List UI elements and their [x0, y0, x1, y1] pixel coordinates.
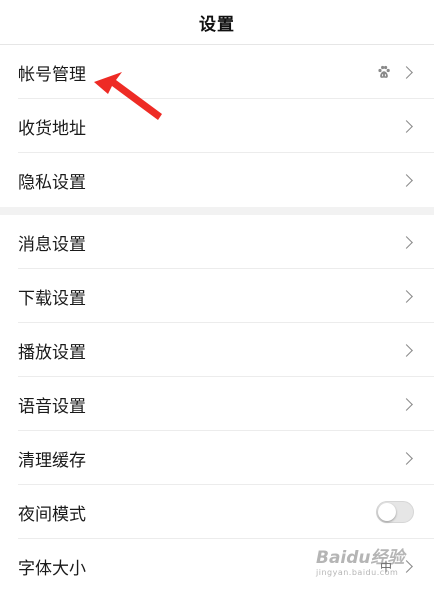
page-title: 设置 — [199, 14, 235, 35]
row-download-settings[interactable]: 下载设置 — [0, 269, 434, 323]
chevron-right-icon — [400, 65, 413, 79]
settings-page: 设置 帐号管理 收货地址 隐私设置 消息设置 下载设置 播放设置 语音设置 清理… — [0, 0, 434, 593]
chevron-right-icon — [400, 559, 413, 573]
chevron-right-icon — [400, 173, 413, 187]
row-label: 消息设置 — [18, 234, 86, 255]
row-label: 语音设置 — [18, 396, 86, 417]
row-label: 清理缓存 — [18, 450, 86, 471]
row-account-management[interactable]: 帐号管理 — [0, 45, 434, 99]
settings-group-general: 消息设置 下载设置 播放设置 语音设置 清理缓存 夜间模式 字体大小 中 — [0, 215, 434, 593]
row-label: 收货地址 — [18, 118, 86, 139]
row-label: 隐私设置 — [18, 172, 86, 193]
row-privacy-settings[interactable]: 隐私设置 — [0, 153, 434, 207]
row-font-size[interactable]: 字体大小 中 — [0, 539, 434, 593]
nav-header: 设置 — [0, 0, 434, 45]
row-label: 下载设置 — [18, 288, 86, 309]
row-message-settings[interactable]: 消息设置 — [0, 215, 434, 269]
font-size-value: 中 — [379, 559, 392, 574]
row-clear-cache[interactable]: 清理缓存 — [0, 431, 434, 485]
night-mode-toggle[interactable] — [376, 501, 414, 523]
settings-group-account: 帐号管理 收货地址 隐私设置 — [0, 45, 434, 207]
group-divider — [0, 207, 434, 215]
row-night-mode: 夜间模式 — [0, 485, 434, 539]
chevron-right-icon — [400, 235, 413, 249]
row-label: 夜间模式 — [18, 504, 86, 525]
row-playback-settings[interactable]: 播放设置 — [0, 323, 434, 377]
toggle-knob — [378, 503, 396, 521]
row-label: 播放设置 — [18, 342, 86, 363]
chevron-right-icon — [400, 289, 413, 303]
row-shipping-address[interactable]: 收货地址 — [0, 99, 434, 153]
row-voice-settings[interactable]: 语音设置 — [0, 377, 434, 431]
chevron-right-icon — [400, 397, 413, 411]
row-label: 字体大小 — [18, 558, 86, 579]
chevron-right-icon — [400, 343, 413, 357]
baidu-paw-icon — [376, 64, 392, 80]
row-label: 帐号管理 — [18, 64, 86, 85]
chevron-right-icon — [400, 119, 413, 133]
chevron-right-icon — [400, 451, 413, 465]
